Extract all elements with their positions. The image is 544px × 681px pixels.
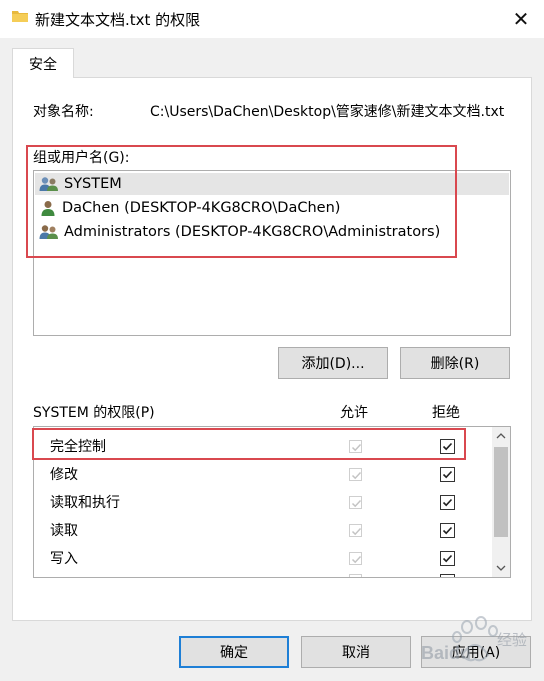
apply-button-label: 应用(A) [451, 645, 501, 661]
permissions-title: SYSTEM 的权限(P) [33, 405, 155, 421]
checkmark-icon [351, 499, 362, 508]
allow-checkbox [349, 440, 362, 453]
cancel-button-label: 取消 [342, 645, 370, 661]
list-item-label: DaChen (DESKTOP-4KG8CRO\DaChen) [62, 200, 341, 216]
apply-button[interactable]: 应用(A) [421, 636, 531, 668]
ok-button-label: 确定 [220, 645, 248, 661]
deny-checkbox[interactable] [440, 495, 455, 510]
list-item-administrators[interactable]: Administrators (DESKTOP-4KG8CRO\Administ… [39, 221, 440, 243]
deny-checkbox[interactable] [440, 574, 455, 577]
scroll-down-button[interactable] [492, 559, 510, 577]
perm-name: 修改 [50, 467, 78, 483]
list-item-label: SYSTEM [64, 176, 122, 192]
checkmark-icon [351, 471, 362, 480]
close-icon: ✕ [512, 7, 530, 31]
checkmark-icon [442, 498, 453, 507]
ok-button[interactable]: 确定 [179, 636, 289, 668]
window-title: 新建文本文档.txt 的权限 [35, 11, 201, 29]
perm-name: 写入 [50, 551, 78, 567]
object-name-label: 对象名称: [33, 104, 94, 120]
permissions-list: 完全控制 修改 读取和执行 读取 写入 [33, 426, 511, 578]
remove-button-label: 删除(R) [430, 356, 480, 372]
perm-row-write: 写入 [34, 544, 492, 572]
title-bar: 新建文本文档.txt 的权限 ✕ [0, 0, 544, 38]
deny-column-header: 拒绝 [432, 405, 460, 421]
object-name-value: C:\Users\DaChen\Desktop\管家速修\新建文本文档.txt [150, 104, 505, 120]
checkmark-icon [442, 526, 453, 535]
chevron-down-icon [496, 565, 506, 571]
checkmark-icon [351, 555, 362, 564]
allow-checkbox [349, 552, 362, 565]
permissions-scrollbar[interactable] [492, 427, 510, 577]
cancel-button[interactable]: 取消 [301, 636, 411, 668]
perm-name: 完全控制 [50, 439, 106, 455]
perm-row-read-execute: 读取和执行 [34, 488, 492, 516]
deny-checkbox[interactable] [440, 523, 455, 538]
deny-checkbox[interactable] [440, 439, 455, 454]
group-users-icon [39, 225, 58, 239]
groups-listbox[interactable]: SYSTEM DaChen (DESKTOP-4KG8CRO\DaChen) A… [33, 170, 511, 336]
scroll-up-button[interactable] [492, 427, 510, 445]
perm-row-read: 读取 [34, 516, 492, 544]
chevron-up-icon [496, 433, 506, 439]
add-button-label: 添加(D)... [301, 356, 365, 372]
remove-button[interactable]: 删除(R) [400, 347, 510, 379]
perm-row-full-control: 完全控制 [34, 432, 492, 460]
checkmark-icon [351, 527, 362, 536]
list-item-dachen[interactable]: DaChen (DESKTOP-4KG8CRO\DaChen) [39, 197, 340, 219]
checkmark-icon [442, 470, 453, 479]
allow-checkbox [349, 468, 362, 481]
scrollbar-thumb[interactable] [494, 447, 508, 537]
perm-row-partial [34, 572, 492, 577]
user-icon [41, 201, 55, 216]
tab-security-label: 安全 [29, 56, 57, 73]
deny-checkbox[interactable] [440, 551, 455, 566]
list-item-label: Administrators (DESKTOP-4KG8CRO\Administ… [64, 224, 441, 240]
perm-row-modify: 修改 [34, 460, 492, 488]
deny-checkbox[interactable] [440, 467, 455, 482]
checkmark-icon [442, 442, 453, 451]
folder-icon [12, 11, 28, 22]
add-button[interactable]: 添加(D)... [278, 347, 388, 379]
allow-checkbox [349, 524, 362, 537]
allow-checkbox [349, 574, 362, 577]
list-item-system[interactable]: SYSTEM [35, 173, 509, 195]
close-button[interactable]: ✕ [498, 0, 544, 38]
allow-checkbox [349, 496, 362, 509]
tab-security[interactable]: 安全 [12, 48, 74, 78]
group-users-icon [39, 177, 58, 191]
allow-column-header: 允许 [340, 405, 368, 421]
perm-name: 读取和执行 [50, 495, 120, 511]
checkmark-icon [351, 443, 362, 452]
perm-name: 读取 [50, 523, 78, 539]
checkmark-icon [442, 554, 453, 563]
groups-label: 组或用户名(G): [33, 150, 130, 166]
